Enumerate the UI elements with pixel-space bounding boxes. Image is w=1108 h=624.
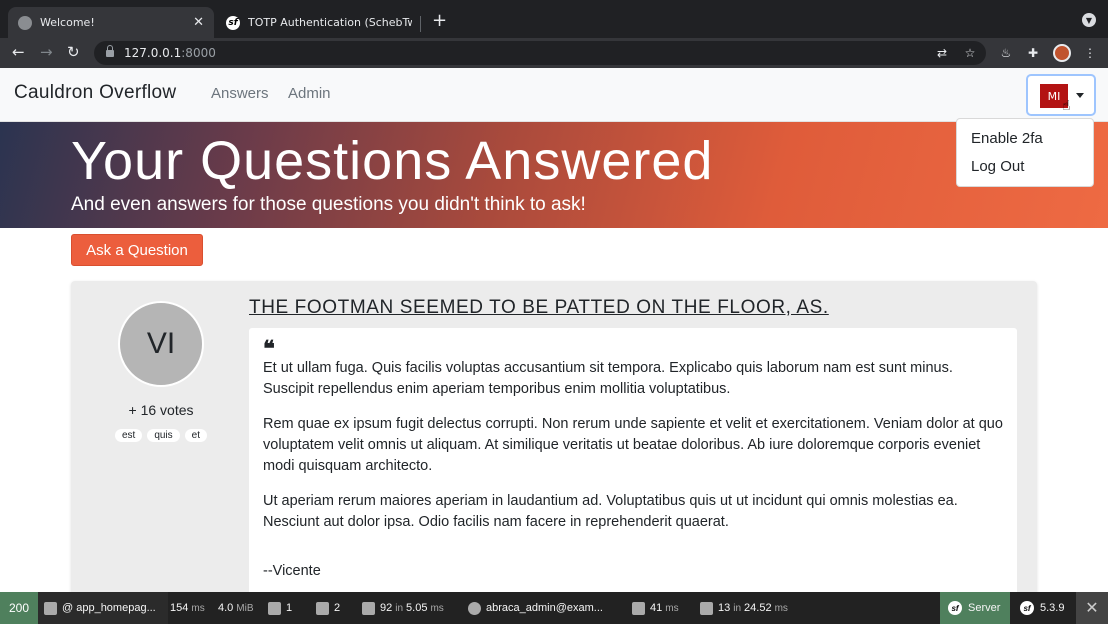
server-panel[interactable]: sf Server <box>940 592 1010 624</box>
user-dropdown-menu: Enable 2fa Log Out <box>956 118 1094 187</box>
question-title-link[interactable]: THE FOOTMAN SEEMED TO BE PATTED ON THE F… <box>249 297 829 319</box>
question-card: VI + 16 votes est quis et THE FOOTMAN SE… <box>71 281 1037 601</box>
ask-question-button[interactable]: Ask a Question <box>71 234 203 266</box>
cache-unit: ms <box>774 602 788 614</box>
route-panel[interactable]: @ app_homepag... <box>38 592 168 624</box>
question-paragraph: Rem quae ex ipsum fugit delectus corrupt… <box>263 416 1003 474</box>
tab-welcome[interactable]: Welcome! ✕ <box>8 7 214 38</box>
twig-unit: ms <box>665 602 679 614</box>
question-author-avatar: VI <box>118 301 204 387</box>
menu-item-enable-2fa[interactable]: Enable 2fa <box>957 125 1093 153</box>
cache-stack-icon <box>700 601 713 615</box>
doctrine-in: in <box>395 602 404 614</box>
database-layers-icon <box>362 601 375 615</box>
bookmark-star-icon[interactable]: ☆ <box>962 45 978 61</box>
tab-divider <box>420 16 421 32</box>
browser-tabstrip: Welcome! ✕ sf TOTP Authentication (Scheb… <box>0 0 1108 38</box>
security-panel[interactable]: abraca_admin@exam... <box>468 592 603 624</box>
translation-panel[interactable]: 2 <box>316 592 340 624</box>
nav-link-answers[interactable]: Answers <box>211 85 269 102</box>
user-icon <box>468 601 481 615</box>
symfony-icon: sf <box>948 601 962 615</box>
route-arrow-icon <box>44 601 57 615</box>
question-paragraph: Et ut ullam fuga. Quis facilis voluptas … <box>263 360 953 397</box>
status-code-badge[interactable]: 200 <box>0 592 38 624</box>
time-value: 154 <box>170 602 189 614</box>
nav-link-admin[interactable]: Admin <box>288 85 331 102</box>
time-panel[interactable]: 154 ms <box>170 592 205 624</box>
url-port: :8000 <box>181 46 216 60</box>
time-unit: ms <box>191 602 205 614</box>
user-menu-toggle[interactable]: MI <box>1026 74 1096 116</box>
tab-totp[interactable]: sf TOTP Authentication (SchebTw <box>216 7 422 38</box>
memory-unit: MiB <box>236 602 254 614</box>
globe-icon <box>18 15 32 30</box>
extensions-icon[interactable]: ✚ <box>1025 45 1041 61</box>
hand-cursor-icon: ☝ <box>1062 98 1071 114</box>
symfony-version: 5.3.9 <box>1040 602 1065 614</box>
cache-calls: 13 <box>718 602 731 614</box>
symfony-version-panel[interactable]: sf 5.3.9 <box>1012 592 1076 624</box>
doctrine-time: 5.05 <box>406 602 428 614</box>
cache-panel[interactable]: 13 in 24.52 ms <box>700 592 788 624</box>
question-signature: --Vicente <box>263 563 321 579</box>
back-icon[interactable]: ← <box>12 43 25 61</box>
cache-in: in <box>733 602 742 614</box>
symfony-debug-toolbar: 200 @ app_homepag... 154 ms 4.0 MiB 1 2 … <box>0 592 1108 624</box>
brand-logo[interactable]: Cauldron Overflow <box>14 82 176 104</box>
browser-toolbar: ← → ↻ 127.0.0.1 :8000 ⇄ ☆ ♨ ✚ ⋮ <box>0 38 1108 68</box>
forms-panel[interactable]: 1 <box>268 592 292 624</box>
hero-banner: Your Questions Answered And even answers… <box>0 122 1108 228</box>
caret-down-icon <box>1076 93 1084 98</box>
tab-title: Welcome! <box>40 16 95 29</box>
tab-search-icon[interactable]: ▼ <box>1082 13 1096 27</box>
tag-badge[interactable]: et <box>184 429 208 442</box>
memory-panel[interactable]: 4.0 MiB <box>218 592 254 624</box>
address-bar[interactable]: 127.0.0.1 :8000 <box>94 41 986 65</box>
translate-icon[interactable]: ⇄ <box>934 45 950 61</box>
twig-time: 41 <box>650 602 663 614</box>
tab-title: TOTP Authentication (SchebTw <box>248 16 412 29</box>
close-tab-icon[interactable]: ✕ <box>193 15 204 30</box>
translation-count: 2 <box>334 602 341 614</box>
hero-title: Your Questions Answered <box>71 131 714 191</box>
profile-avatar[interactable] <box>1053 44 1071 62</box>
forms-count: 1 <box>286 602 293 614</box>
question-paragraph: Ut aperiam rerum maiores aperiam in laud… <box>263 493 958 530</box>
memory-value: 4.0 <box>218 602 234 614</box>
question-body: ❝ Et ut ullam fuga. Quis facilis volupta… <box>249 328 1017 601</box>
vote-count: + 16 votes <box>128 402 194 418</box>
form-icon <box>268 601 281 615</box>
doctrine-unit: ms <box>430 602 444 614</box>
flame-icon[interactable]: ♨ <box>998 45 1014 61</box>
reload-icon[interactable]: ↻ <box>67 43 80 61</box>
cache-time: 24.52 <box>744 602 772 614</box>
twig-icon <box>632 601 645 615</box>
more-menu-icon[interactable]: ⋮ <box>1082 45 1098 61</box>
quote-icon: ❝ <box>263 336 275 362</box>
query-count: 92 <box>380 602 393 614</box>
symfony-icon: sf <box>226 15 240 30</box>
new-tab-button[interactable]: + <box>432 10 447 31</box>
symfony-icon: sf <box>1020 601 1034 615</box>
server-label: Server <box>968 602 1001 614</box>
close-toolbar-button[interactable]: ✕ <box>1076 592 1108 624</box>
tag-badge[interactable]: quis <box>147 429 180 442</box>
lock-icon <box>106 44 114 57</box>
tag-badge[interactable]: est <box>114 429 143 442</box>
forward-icon[interactable]: → <box>40 43 53 61</box>
security-user: abraca_admin@exam... <box>486 602 603 614</box>
twig-panel[interactable]: 41 ms <box>632 592 679 624</box>
menu-item-log-out[interactable]: Log Out <box>957 153 1093 181</box>
site-navbar: Cauldron Overflow Answers Admin MI <box>0 68 1108 122</box>
tag-list: est quis et <box>91 429 231 442</box>
translation-icon <box>316 601 329 615</box>
doctrine-panel[interactable]: 92 in 5.05 ms <box>362 592 444 624</box>
hero-subtitle: And even answers for those questions you… <box>71 194 586 215</box>
url-host: 127.0.0.1 <box>124 46 182 60</box>
route-name: @ app_homepag... <box>62 602 156 614</box>
